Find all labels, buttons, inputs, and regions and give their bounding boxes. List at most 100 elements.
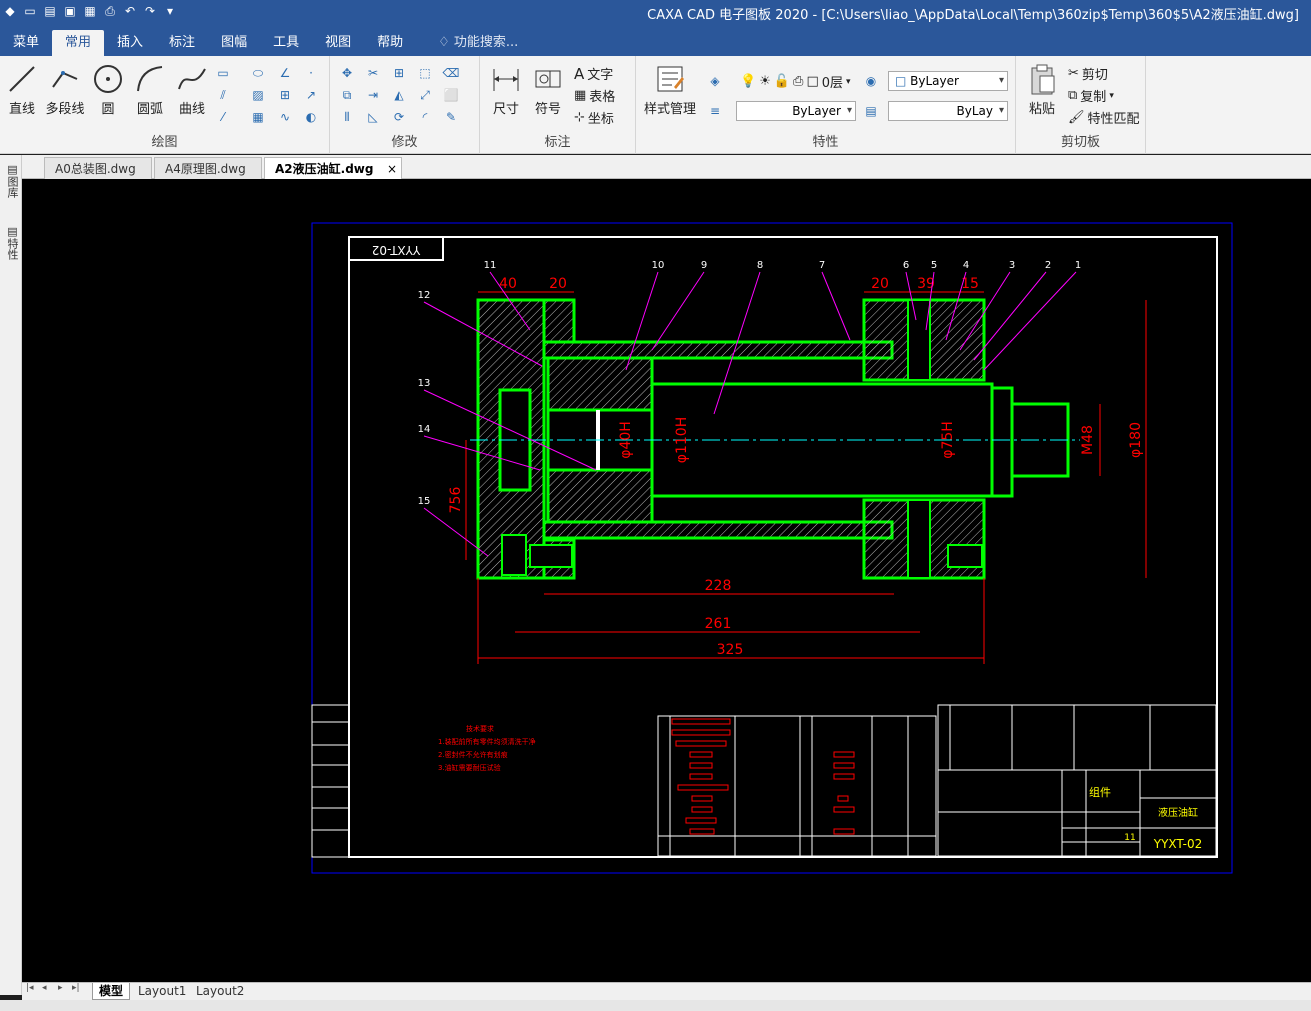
text-tool-button[interactable]: A 文字 bbox=[574, 64, 614, 84]
parallel-line-icon[interactable]: ⫽ bbox=[214, 86, 232, 104]
explode-icon[interactable]: ⬜ bbox=[442, 86, 460, 104]
coordinate-icon: ⊹ bbox=[574, 110, 585, 125]
dim-label: 325 bbox=[717, 642, 744, 658]
menu-item-menu[interactable]: 菜单 bbox=[0, 30, 52, 56]
centerline-icon[interactable]: ⁄ bbox=[214, 108, 232, 126]
polyline-tool-button[interactable]: 多段线 bbox=[42, 62, 88, 117]
edit-icon[interactable]: ✎ bbox=[442, 108, 460, 126]
lineweight-icon[interactable]: ≡ bbox=[706, 102, 724, 120]
app-icon[interactable]: ◆ bbox=[2, 3, 18, 19]
color-combo[interactable]: □ ByLayer bbox=[888, 71, 1008, 91]
table-tool-button[interactable]: ▦ 表格 bbox=[574, 86, 615, 105]
style-manager-button[interactable]: 样式管理 bbox=[640, 62, 700, 117]
balloon-label: 8 bbox=[757, 260, 763, 271]
lineweight-combo[interactable]: ByLay bbox=[888, 101, 1008, 121]
close-icon[interactable]: × bbox=[387, 158, 397, 180]
angle-icon[interactable]: ∠ bbox=[276, 64, 294, 82]
curve-tool-label: 曲线 bbox=[178, 102, 205, 117]
paste-button[interactable]: 粘贴 bbox=[1022, 62, 1062, 117]
file-tab-a0[interactable]: A0总装图.dwg bbox=[44, 157, 152, 179]
array-icon[interactable]: ⊞ bbox=[390, 64, 408, 82]
dimension-tool-button[interactable]: 尺寸 bbox=[486, 62, 526, 117]
wipeout-icon[interactable]: ◐ bbox=[302, 108, 320, 126]
text-tool-label: 文字 bbox=[587, 68, 614, 83]
menu-item-tools[interactable]: 工具 bbox=[260, 30, 312, 56]
symbol-tool-button[interactable]: 符号 bbox=[528, 62, 568, 117]
tie-rod-bottom bbox=[907, 499, 931, 579]
point-icon[interactable]: · bbox=[302, 64, 320, 82]
save-icon[interactable]: ▣ bbox=[62, 3, 78, 19]
next-tab-icon[interactable]: ▸ bbox=[58, 983, 63, 993]
menu-item-insert[interactable]: 插入 bbox=[104, 30, 156, 56]
feature-search[interactable]: ♢ 功能搜索... bbox=[416, 30, 518, 56]
scale-icon[interactable]: ⤢ bbox=[416, 86, 434, 104]
brush-icon: 🖌 bbox=[1068, 110, 1085, 125]
copy-object-icon[interactable]: ⧉ bbox=[338, 86, 356, 104]
barrel-top bbox=[542, 340, 894, 360]
chevron-down-icon: ▾ bbox=[846, 76, 851, 87]
layout-tab-layout1[interactable]: Layout1 bbox=[132, 983, 192, 1000]
eraser-icon[interactable]: ⌫ bbox=[442, 64, 460, 82]
block-icon[interactable]: ⊞ bbox=[276, 86, 294, 104]
properties-panel-tab[interactable]: ▤特性 bbox=[2, 225, 20, 260]
menu-item-view[interactable]: 视图 bbox=[312, 30, 364, 56]
stretch-icon[interactable]: ⬚ bbox=[416, 64, 434, 82]
layout-tab-layout2[interactable]: Layout2 bbox=[190, 983, 250, 1000]
linetype-combo[interactable]: ByLayer bbox=[736, 101, 856, 121]
move-icon[interactable]: ✥ bbox=[338, 64, 356, 82]
trim-icon[interactable]: ✂ bbox=[364, 64, 382, 82]
hatch-icon[interactable]: ▨ bbox=[249, 86, 267, 104]
print-icon[interactable]: ⎙ bbox=[102, 3, 118, 19]
coordinate-tool-button[interactable]: ⊹ 坐标 bbox=[574, 108, 614, 127]
layout-tab-model[interactable]: 模型 bbox=[92, 983, 131, 1000]
bolt-right bbox=[947, 544, 983, 568]
ellipse-icon[interactable]: ⬭ bbox=[249, 64, 267, 82]
open-file-icon[interactable]: ▤ bbox=[42, 3, 58, 19]
layer-combo[interactable]: 💡 ☀ 🔓 ⎙ □ 0层 ▾ bbox=[740, 72, 851, 91]
library-panel-label: 图库 bbox=[6, 176, 19, 198]
file-tab-a2[interactable]: A2液压油缸.dwg × bbox=[264, 157, 402, 179]
file-tab-a4[interactable]: A4原理图.dwg bbox=[154, 157, 262, 179]
menu-item-annotate[interactable]: 标注 bbox=[156, 30, 208, 56]
mirror-icon[interactable]: ◭ bbox=[390, 86, 408, 104]
properties-panel-icon: ▤ bbox=[6, 225, 19, 238]
save-as-icon[interactable]: ▦ bbox=[82, 3, 98, 19]
technical-notes: 技术要求 1.装配前所有零件均须清洗干净 2.密封件不允许有划痕 3.油缸需要耐… bbox=[438, 724, 536, 772]
menu-item-frame[interactable]: 图幅 bbox=[208, 30, 260, 56]
redo-icon[interactable]: ↷ bbox=[142, 3, 158, 19]
arc-tool-button[interactable]: 圆弧 bbox=[130, 62, 170, 117]
fillet-icon[interactable]: ◜ bbox=[416, 108, 434, 126]
region-icon[interactable]: ▦ bbox=[249, 108, 267, 126]
menu-item-help[interactable]: 帮助 bbox=[364, 30, 416, 56]
extend-icon[interactable]: ⇥ bbox=[364, 86, 382, 104]
linestyle-icon[interactable]: ▤ bbox=[862, 102, 880, 120]
prev-tab-icon[interactable]: ◂ bbox=[42, 983, 47, 993]
first-tab-icon[interactable]: |◂ bbox=[26, 983, 34, 993]
cut-button[interactable]: ✂ 剪切 bbox=[1068, 64, 1108, 83]
new-file-icon[interactable]: ▭ bbox=[22, 3, 38, 19]
arrow-icon[interactable]: ↗ bbox=[302, 86, 320, 104]
arc-tool-label: 圆弧 bbox=[136, 102, 163, 117]
last-tab-icon[interactable]: ▸| bbox=[72, 983, 80, 993]
curve-tool-button[interactable]: 曲线 bbox=[172, 62, 212, 117]
chamfer-icon[interactable]: ◺ bbox=[364, 108, 382, 126]
match-properties-button[interactable]: 🖌 特性匹配 bbox=[1068, 108, 1140, 127]
color-wheel-icon[interactable]: ◉ bbox=[862, 72, 880, 90]
line-tool-button[interactable]: 直线 bbox=[2, 62, 42, 117]
part-name: 液压油缸 bbox=[1158, 806, 1198, 819]
offset-icon[interactable]: ⫴ bbox=[338, 108, 356, 126]
rectangle-icon[interactable]: ▭ bbox=[214, 64, 232, 82]
circle-tool-button[interactable]: 圆 bbox=[88, 62, 128, 117]
rotate-icon[interactable]: ⟳ bbox=[390, 108, 408, 126]
customize-icon[interactable]: ▾ bbox=[162, 3, 178, 19]
lightbulb-on-icon: 💡 bbox=[740, 74, 757, 89]
spline-icon[interactable]: ∿ bbox=[276, 108, 294, 126]
dimension-icon bbox=[490, 62, 522, 96]
menu-item-home[interactable]: 常用 bbox=[52, 30, 105, 56]
undo-icon[interactable]: ↶ bbox=[122, 3, 138, 19]
copy-button[interactable]: ⧉ 复制 ▾ bbox=[1068, 86, 1114, 105]
library-panel-tab[interactable]: ▤图库 bbox=[2, 163, 20, 198]
layer-manager-icon[interactable]: ◈ bbox=[706, 72, 724, 90]
drawing-canvas[interactable]: YYXT-02 40 20 20 39 15 228 261 325 φ40H … bbox=[22, 179, 1311, 982]
ribbon-group-annotate: 尺寸 符号 A 文字 ▦ 表格 ⊹ 坐标 标注 bbox=[480, 56, 636, 154]
